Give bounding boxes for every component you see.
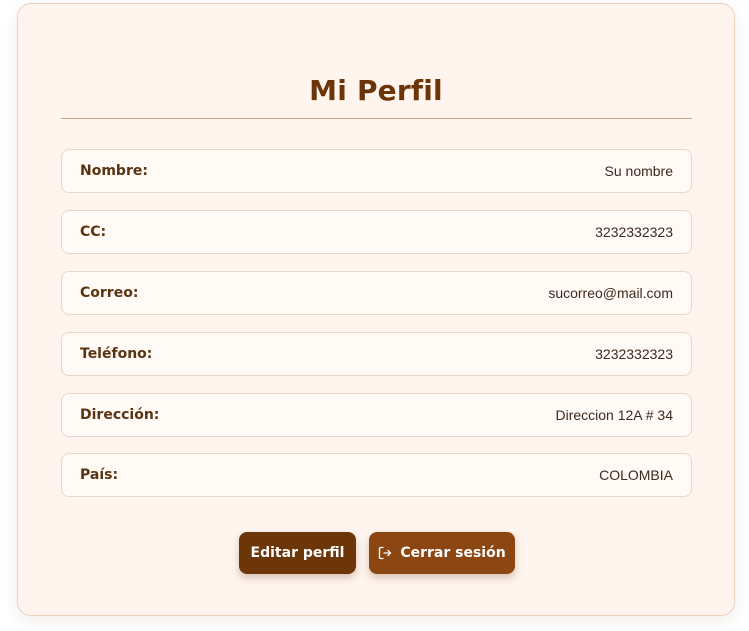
- field-nombre: Nombre: Su nombre: [61, 149, 692, 193]
- profile-card: Mi Perfil Nombre: Su nombre CC: 32323323…: [17, 3, 735, 616]
- field-label: Teléfono:: [80, 346, 153, 362]
- field-telefono: Teléfono: 3232332323: [61, 332, 692, 376]
- field-cc: CC: 3232332323: [61, 210, 692, 254]
- field-label: Dirección:: [80, 407, 160, 423]
- field-value: Direccion 12A # 34: [555, 407, 673, 423]
- logout-icon: [378, 546, 392, 560]
- title-divider: [61, 118, 692, 119]
- field-value: COLOMBIA: [599, 467, 673, 483]
- field-value: Su nombre: [604, 163, 673, 179]
- field-direccion: Dirección: Direccion 12A # 34: [61, 393, 692, 437]
- field-label: Nombre:: [80, 163, 148, 179]
- logout-label: Cerrar sesión: [400, 545, 506, 561]
- edit-profile-button[interactable]: Editar perfil: [239, 532, 356, 574]
- field-value: sucorreo@mail.com: [548, 285, 673, 301]
- field-label: Correo:: [80, 285, 139, 301]
- field-label: País:: [80, 467, 119, 483]
- field-correo: Correo: sucorreo@mail.com: [61, 271, 692, 315]
- page-title: Mi Perfil: [309, 74, 443, 107]
- field-label: CC:: [80, 224, 107, 240]
- field-value: 3232332323: [595, 346, 673, 362]
- field-value: 3232332323: [595, 224, 673, 240]
- edit-profile-label: Editar perfil: [250, 545, 345, 561]
- logout-button[interactable]: Cerrar sesión: [369, 532, 515, 574]
- field-pais: País: COLOMBIA: [61, 453, 692, 497]
